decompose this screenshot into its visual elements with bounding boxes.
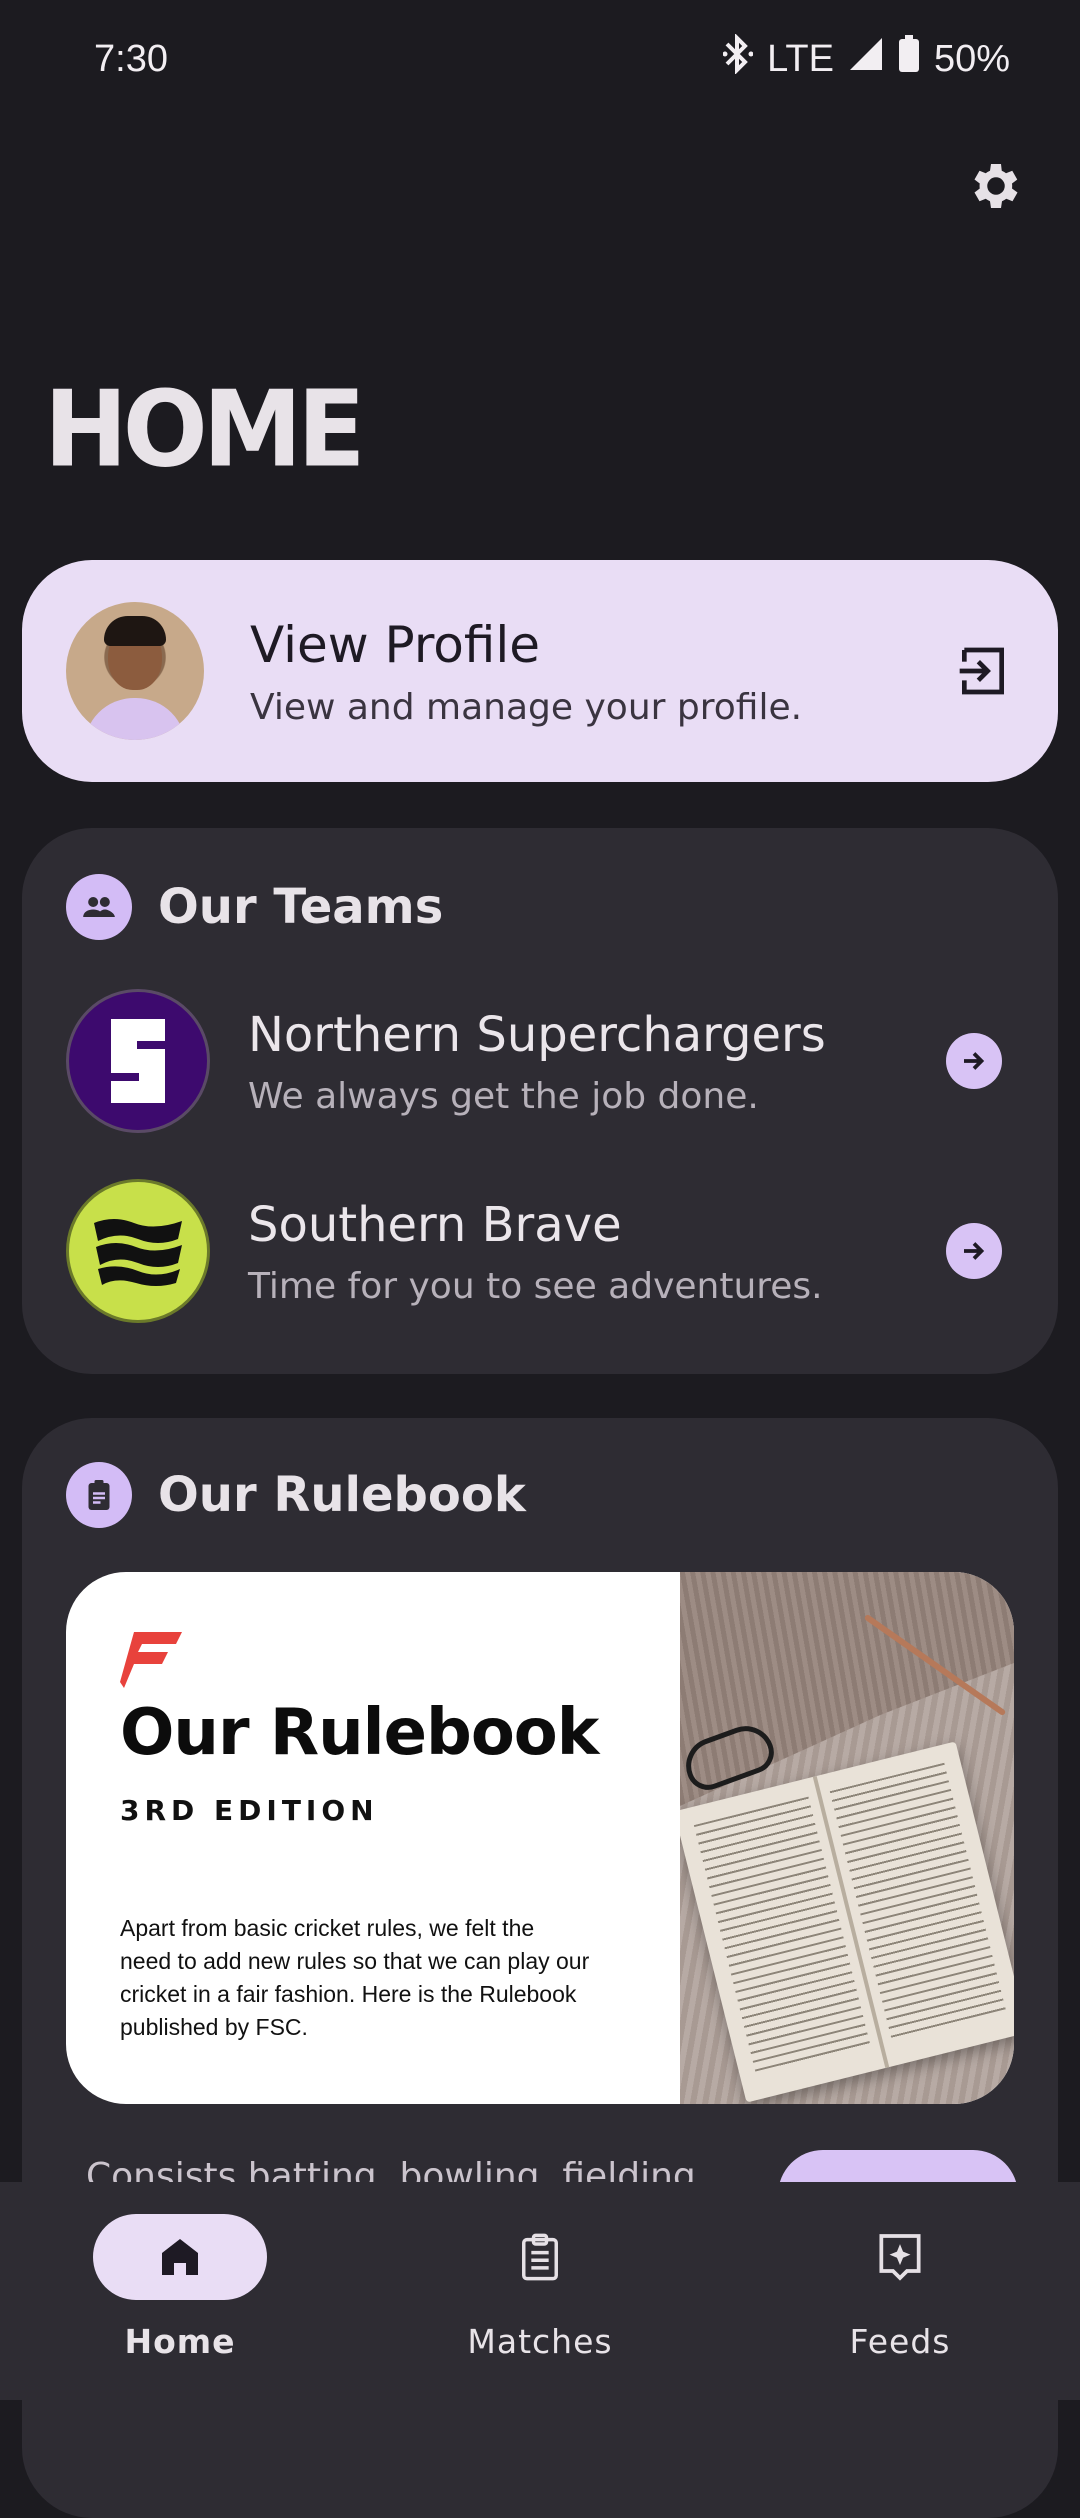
banner-title: Our Rulebook xyxy=(120,1696,599,1770)
nav-label: Home xyxy=(124,2322,236,2361)
rulebook-banner[interactable]: Our Rulebook 3RD EDITION Apart from basi… xyxy=(66,1572,1014,2104)
profile-title: View Profile xyxy=(250,615,541,674)
fsc-logo xyxy=(120,1632,182,1692)
teams-section: Our Teams Northern Superchargers We alwa… xyxy=(22,828,1058,1374)
page-title: HOME xyxy=(44,368,366,491)
view-profile-card[interactable]: View Profile View and manage your profil… xyxy=(22,560,1058,782)
banner-edition: 3RD EDITION xyxy=(120,1794,379,1827)
teams-header: Our Teams xyxy=(66,874,443,940)
arrow-right-icon xyxy=(964,1242,985,1260)
login-icon xyxy=(959,647,1004,695)
profile-subtitle: View and manage your profile. xyxy=(250,686,803,728)
team-name: Southern Brave xyxy=(248,1196,622,1253)
nav-label: Matches xyxy=(467,2322,613,2361)
bluetooth-icon xyxy=(722,33,754,84)
network-type: LTE xyxy=(767,37,834,80)
bottom-navigation: Home Matches Feeds xyxy=(0,2182,1080,2400)
nav-home[interactable]: Home xyxy=(0,2182,360,2400)
group-icon xyxy=(66,874,132,940)
team-row-southern-brave[interactable]: Southern Brave Time for you to see adven… xyxy=(66,1176,1032,1326)
nav-matches[interactable]: Matches xyxy=(360,2182,720,2400)
team-name: Northern Superchargers xyxy=(248,1006,826,1063)
battery-level: 50% xyxy=(933,37,1010,80)
home-icon xyxy=(162,2239,198,2275)
rulebook-header: Our Rulebook xyxy=(66,1462,526,1528)
teams-title: Our Teams xyxy=(158,879,444,935)
profile-open-button[interactable] xyxy=(948,636,1018,706)
avatar xyxy=(66,602,204,740)
banner-description: Apart from basic cricket rules, we felt … xyxy=(120,1915,590,2040)
clipboard-icon xyxy=(66,1462,132,1528)
team-row-northern-superchargers[interactable]: Northern Superchargers We always get the… xyxy=(66,986,1032,1136)
team-motto: Time for you to see adventures. xyxy=(248,1265,823,1307)
feed-star-icon xyxy=(879,2234,921,2281)
status-time: 7:30 xyxy=(94,37,168,80)
rulebook-photo xyxy=(680,1572,1014,2104)
rulebook-title: Our Rulebook xyxy=(158,1467,526,1523)
settings-button[interactable] xyxy=(960,150,1032,222)
southern-brave-logo xyxy=(66,1179,210,1323)
status-icons: LTE 50% xyxy=(722,33,1010,84)
clipboard-list-icon xyxy=(522,2233,558,2281)
arrow-right-icon xyxy=(964,1052,985,1070)
signal-icon xyxy=(848,36,884,82)
team-open-button[interactable] xyxy=(946,1033,1002,1089)
status-bar: 7:30 LTE 50% xyxy=(0,0,1080,118)
nav-feeds[interactable]: Feeds xyxy=(720,2182,1080,2400)
team-motto: We always get the job done. xyxy=(248,1075,759,1117)
team-open-button[interactable] xyxy=(946,1223,1002,1279)
battery-icon xyxy=(898,35,920,83)
gear-icon xyxy=(974,164,1018,208)
northern-superchargers-logo xyxy=(66,989,210,1133)
nav-label: Feeds xyxy=(849,2322,951,2361)
